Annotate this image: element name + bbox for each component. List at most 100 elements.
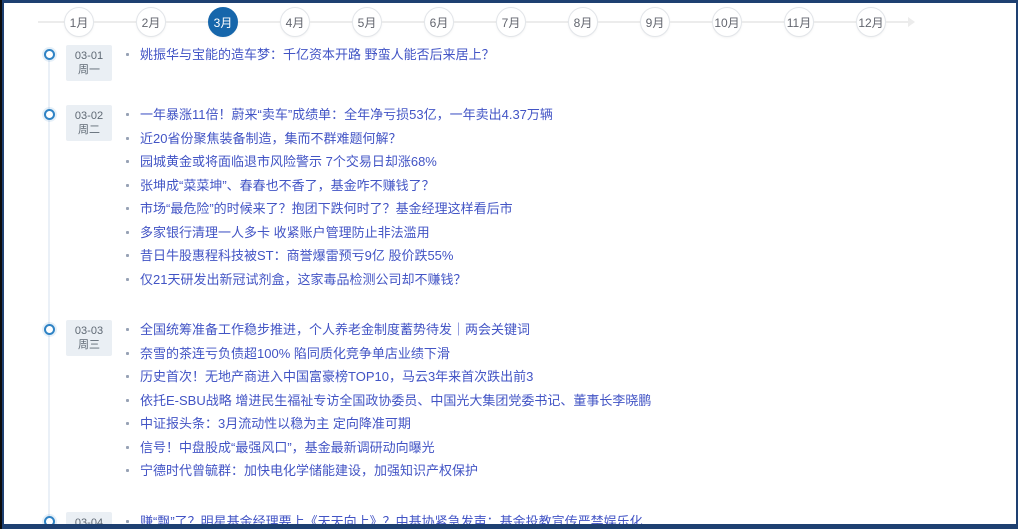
- month-connector: [382, 21, 424, 23]
- news-headline-link[interactable]: 姚振华与宝能的造车梦：千亿资本开路 野蛮人能否后来居上？: [140, 47, 495, 62]
- arrow-right-icon: [886, 21, 908, 23]
- weekday-label: 周三: [66, 338, 112, 352]
- timeline: 03-01周一 姚振华与宝能的造车梦：千亿资本开路 野蛮人能否后来居上？ 03-02…: [4, 41, 1016, 529]
- month-tab-6[interactable]: 6月: [424, 7, 454, 37]
- news-item: 历史首次！无地产商进入中国富豪榜TOP10，马云3年来首次跌出前3: [124, 370, 651, 384]
- month-tab-3[interactable]: 3月: [208, 7, 238, 37]
- news-headline-link[interactable]: 中证报头条：3月流动性以稳为主 定向降准可期: [140, 416, 411, 431]
- news-item: 宁德时代曾毓群：加快电化学储能建设，加强知识产权保护: [124, 464, 651, 478]
- month-connector: [598, 21, 640, 23]
- news-item: 姚振华与宝能的造车梦：千亿资本开路 野蛮人能否后来居上？: [124, 48, 495, 62]
- date-badge: 03-01周一: [66, 45, 112, 81]
- news-headline-link[interactable]: 仅21天研发出新冠试剂盒，这家毒品检测公司却不赚钱？: [140, 272, 466, 287]
- month-connector: [742, 21, 784, 23]
- month-tab-9[interactable]: 9月: [640, 7, 670, 37]
- news-headline-link[interactable]: 一年暴涨11倍！蔚来“卖车”成绩单：全年净亏损53亿，一年卖出4.37万辆: [140, 107, 553, 122]
- weekday-label: 周一: [66, 63, 112, 77]
- bullet-icon: [126, 328, 129, 331]
- month-tab-2[interactable]: 2月: [136, 7, 166, 37]
- month-tab-12[interactable]: 12月: [856, 7, 886, 37]
- news-headline-link[interactable]: 张坤成“菜菜坤”、春春也不香了，基金咋不赚钱了？: [140, 178, 435, 193]
- bullet-icon: [126, 207, 129, 210]
- month-connector: [814, 21, 856, 23]
- date-group: 03-02周二一年暴涨11倍！蔚来“卖车”成绩单：全年净亏损53亿，一年卖出4.…: [66, 105, 1016, 296]
- month-connector: [94, 21, 136, 23]
- news-list: 全国统筹准备工作稳步推进，个人养老金制度蓄势待发｜两会关键词奈雪的茶连亏负债超1…: [124, 320, 651, 488]
- bullet-icon: [126, 422, 129, 425]
- news-headline-link[interactable]: 依托E-SBU战略 增进民生福祉专访全国政协委员、中国光大集团党委书记、董事长李…: [140, 393, 651, 408]
- timeline-dot-icon: [44, 324, 55, 335]
- news-headline-link[interactable]: 信号！中盘股成“最强风口”，基金最新调研动向曝光: [140, 440, 435, 455]
- news-item: 昔日牛股惠程科技被ST：商誉爆雷预亏9亿 股价跌55%: [124, 249, 553, 263]
- bullet-icon: [126, 469, 129, 472]
- news-item: 仅21天研发出新冠试剂盒，这家毒品检测公司却不赚钱？: [124, 273, 553, 287]
- bullet-icon: [126, 375, 129, 378]
- news-headline-link[interactable]: 昔日牛股惠程科技被ST：商誉爆雷预亏9亿 股价跌55%: [140, 248, 453, 263]
- bullet-icon: [126, 254, 129, 257]
- month-connector: [238, 21, 280, 23]
- date-group: 03-01周一 姚振华与宝能的造车梦：千亿资本开路 野蛮人能否后来居上？: [66, 45, 1016, 81]
- bullet-icon: [126, 520, 129, 523]
- news-item: 近20省份聚焦装备制造，集而不群难题何解？: [124, 132, 553, 146]
- month-connector: [526, 21, 568, 23]
- date-label: 03-04: [66, 516, 112, 529]
- bullet-icon: [126, 278, 129, 281]
- bullet-icon: [126, 160, 129, 163]
- news-headline-link[interactable]: 全国统筹准备工作稳步推进，个人养老金制度蓄势待发｜两会关键词: [140, 322, 530, 337]
- month-connector: [670, 21, 712, 23]
- news-item: 中证报头条：3月流动性以稳为主 定向降准可期: [124, 417, 651, 431]
- news-headline-link[interactable]: 市场“最危险”的时候来了？抱团下跌何时了？基金经理这样看后市: [140, 201, 513, 216]
- news-headline-link[interactable]: 近20省份聚焦装备制造，集而不群难题何解？: [140, 131, 401, 146]
- month-connector: [454, 21, 496, 23]
- news-item: 多家银行清理一人多卡 收紧账户管理防止非法滥用: [124, 226, 553, 240]
- news-headline-link[interactable]: 奈雪的茶连亏负债超100% 陷同质化竞争单店业绩下滑: [140, 346, 450, 361]
- date-group: 03-03周三全国统筹准备工作稳步推进，个人养老金制度蓄势待发｜两会关键词奈雪的…: [66, 320, 1016, 488]
- month-tab-7[interactable]: 7月: [496, 7, 526, 37]
- news-headline-link[interactable]: 历史首次！无地产商进入中国富豪榜TOP10，马云3年来首次跌出前3: [140, 369, 533, 384]
- bullet-icon: [126, 53, 129, 56]
- month-tab-8[interactable]: 8月: [568, 7, 598, 37]
- month-tab-4[interactable]: 4月: [280, 7, 310, 37]
- month-tab-5[interactable]: 5月: [352, 7, 382, 37]
- news-headline-link[interactable]: 赚“飘”了？明星基金经理要上《天天向上》？中基协紧急发声：基金投教宣传严禁娱乐化: [140, 514, 643, 529]
- month-tab-11[interactable]: 11月: [784, 7, 814, 37]
- news-item: 依托E-SBU战略 增进民生福祉专访全国政协委员、中国光大集团党委书记、董事长李…: [124, 394, 651, 408]
- news-item: 一年暴涨11倍！蔚来“卖车”成绩单：全年净亏损53亿，一年卖出4.37万辆: [124, 108, 553, 122]
- date-group: 03-04周四赚“飘”了？明星基金经理要上《天天向上》？中基协紧急发声：基金投教…: [66, 512, 1016, 529]
- date-badge: 03-02周二: [66, 105, 112, 141]
- news-headline-link[interactable]: 多家银行清理一人多卡 收紧账户管理防止非法滥用: [140, 225, 430, 240]
- month-stepper: 1月 2月 3月 4月 5月 6月 7月 8月 9月 10月 11月 12月: [4, 3, 1016, 41]
- timeline-dot-icon: [44, 49, 55, 60]
- bullet-icon: [126, 446, 129, 449]
- bullet-icon: [126, 137, 129, 140]
- month-connector: [166, 21, 208, 23]
- weekday-label: 周二: [66, 123, 112, 137]
- month-connector: [38, 21, 64, 23]
- date-badge: 03-04周四: [66, 512, 112, 529]
- news-item: 奈雪的茶连亏负债超100% 陷同质化竞争单店业绩下滑: [124, 347, 651, 361]
- news-list: 姚振华与宝能的造车梦：千亿资本开路 野蛮人能否后来居上？: [124, 45, 495, 72]
- month-tab-10[interactable]: 10月: [712, 7, 742, 37]
- bullet-icon: [126, 113, 129, 116]
- news-list: 赚“飘”了？明星基金经理要上《天天向上》？中基协紧急发声：基金投教宣传严禁娱乐化…: [124, 512, 643, 529]
- news-item: 园城黄金或将面临退市风险警示 7个交易日却涨68%: [124, 155, 553, 169]
- bullet-icon: [126, 352, 129, 355]
- month-tab-1[interactable]: 1月: [64, 7, 94, 37]
- news-headline-link[interactable]: 园城黄金或将面临退市风险警示 7个交易日却涨68%: [140, 154, 437, 169]
- news-item: 赚“飘”了？明星基金经理要上《天天向上》？中基协紧急发声：基金投教宣传严禁娱乐化: [124, 515, 643, 529]
- date-label: 03-03: [66, 324, 112, 338]
- news-item: 市场“最危险”的时候来了？抱团下跌何时了？基金经理这样看后市: [124, 202, 553, 216]
- bullet-icon: [126, 184, 129, 187]
- news-item: 信号！中盘股成“最强风口”，基金最新调研动向曝光: [124, 441, 651, 455]
- bullet-icon: [126, 231, 129, 234]
- news-item: 全国统筹准备工作稳步推进，个人养老金制度蓄势待发｜两会关键词: [124, 323, 651, 337]
- bullet-icon: [126, 399, 129, 402]
- date-label: 03-01: [66, 49, 112, 63]
- news-timeline-panel: 1月 2月 3月 4月 5月 6月 7月 8月 9月 10月 11月 12月 03-01周一 姚振华与宝…: [2, 0, 1018, 529]
- news-item: 张坤成“菜菜坤”、春春也不香了，基金咋不赚钱了？: [124, 179, 553, 193]
- news-headline-link[interactable]: 宁德时代曾毓群：加快电化学储能建设，加强知识产权保护: [140, 463, 478, 478]
- month-connector: [310, 21, 352, 23]
- news-list: 一年暴涨11倍！蔚来“卖车”成绩单：全年净亏损53亿，一年卖出4.37万辆近20…: [124, 105, 553, 296]
- timeline-dot-icon: [44, 109, 55, 120]
- date-badge: 03-03周三: [66, 320, 112, 356]
